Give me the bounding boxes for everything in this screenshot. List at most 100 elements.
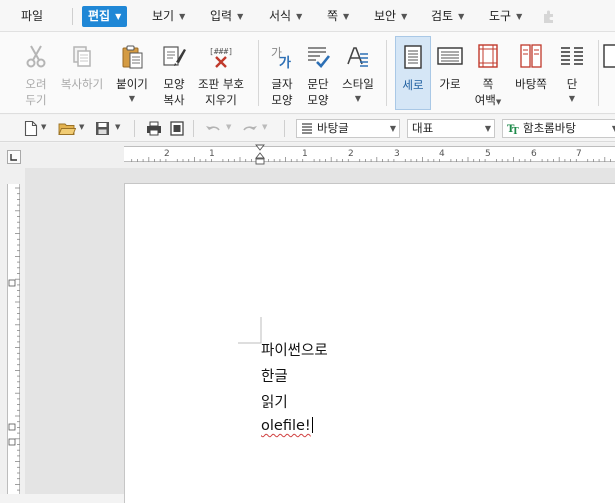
- format-copy-button[interactable]: 모양 복사: [156, 36, 192, 110]
- tab-stop-icon: [10, 154, 17, 161]
- menu-insert-label: 입력: [210, 9, 233, 23]
- ribbon-separator: [598, 40, 599, 106]
- menu-security-label: 보안: [374, 9, 397, 23]
- cut-button[interactable]: 오려 두기: [18, 36, 54, 110]
- new-document-icon[interactable]: [24, 120, 38, 137]
- document-line[interactable]: 파이썬으로: [261, 339, 328, 360]
- chevron-down-icon: ▼: [389, 124, 396, 133]
- format-copy-label: 모양 복사: [156, 76, 192, 108]
- vertical-ruler-marker[interactable]: [8, 279, 16, 287]
- copy-icon: [73, 46, 91, 67]
- char-shape-icon: 가 가: [271, 46, 291, 70]
- puzzle-icon[interactable]: [541, 8, 557, 24]
- vertical-ruler[interactable]: [7, 184, 20, 494]
- print-icon[interactable]: [146, 120, 162, 137]
- svg-text:가: 가: [279, 56, 291, 70]
- document-line[interactable]: 한글: [261, 365, 288, 386]
- chevron-down-icon: ▼: [179, 12, 186, 21]
- toolbar-separator: [193, 120, 194, 137]
- columns-button[interactable]: 단 ▼: [555, 36, 589, 110]
- margins-line1: 쪽: [482, 77, 494, 91]
- background-page-button[interactable]: 바탕쪽: [510, 36, 552, 110]
- para-shape-line1: 문단: [307, 77, 329, 91]
- menu-view-label: 보기: [152, 9, 175, 23]
- chevron-down-icon[interactable]: ▼: [41, 123, 46, 131]
- ribbon-overflow-button[interactable]: [603, 36, 615, 110]
- toolbar-separator: [134, 120, 135, 137]
- margins-line2: 여백: [474, 93, 496, 107]
- chevron-down-icon: ▼: [401, 12, 408, 21]
- menu-page[interactable]: 쪽 ▼: [321, 6, 355, 27]
- language-combo[interactable]: 대표 ▼: [407, 119, 495, 138]
- ruler-number: 1: [209, 149, 215, 159]
- vertical-ruler-marker[interactable]: [8, 423, 16, 431]
- scissors-icon: [26, 45, 46, 68]
- chevron-down-icon[interactable]: ▼: [79, 123, 84, 131]
- open-folder-icon[interactable]: [58, 120, 76, 137]
- chevron-down-icon: ▼: [354, 94, 362, 103]
- menu-bar: 파일 편집 ▼ 보기 ▼ 입력 ▼ 서식 ▼ 쪽 ▼ 보안 ▼ 검토 ▼ 도구 ▼: [0, 0, 615, 32]
- margins-button[interactable]: 쪽여백▼: [470, 36, 506, 110]
- print-preview-icon[interactable]: [169, 120, 185, 137]
- spellcheck-text[interactable]: olefile!: [261, 418, 311, 434]
- indent-marker-icon[interactable]: [255, 144, 265, 166]
- clear-marks-button[interactable]: [###] 조판 부호 지우기: [193, 36, 249, 110]
- menu-edit[interactable]: 편집 ▼: [82, 6, 128, 27]
- truetype-font-icon: T T: [507, 124, 519, 135]
- redo-icon[interactable]: [241, 120, 258, 137]
- font-combo[interactable]: T T 함초롬바탕 ▼: [502, 119, 615, 138]
- clear-marks-label: 조판 부호 지우기: [193, 76, 249, 108]
- chevron-down-icon: ▼: [458, 12, 465, 21]
- paste-button[interactable]: 붙이기 ▼: [111, 36, 153, 110]
- menu-tools-label: 도구: [489, 9, 512, 23]
- chevron-down-icon: ▼: [296, 12, 303, 21]
- menu-insert[interactable]: 입력 ▼: [204, 6, 249, 27]
- copy-label: 복사하기: [60, 77, 104, 91]
- font-combo-value: 함초롬바탕: [523, 121, 576, 135]
- menu-review[interactable]: 검토 ▼: [425, 6, 470, 27]
- style-combo[interactable]: 바탕글 ▼: [296, 119, 400, 138]
- clear-marks-line2: 지우기: [205, 93, 237, 107]
- para-shape-label: 문단 모양: [300, 76, 336, 108]
- ruler-number: 5: [485, 149, 491, 159]
- style-icon: [347, 47, 368, 67]
- save-disk-icon[interactable]: [95, 120, 110, 137]
- menu-format[interactable]: 서식 ▼: [263, 6, 308, 27]
- copy-button[interactable]: 복사하기: [58, 36, 106, 110]
- columns-icon: [561, 47, 583, 65]
- ruler-number: 2: [348, 149, 354, 159]
- style-button[interactable]: 스타일 ▼: [337, 36, 379, 110]
- page-icon: [603, 44, 615, 68]
- background-label: 바탕쪽: [515, 77, 547, 91]
- menu-file[interactable]: 파일: [15, 6, 49, 27]
- menu-tools[interactable]: 도구 ▼: [483, 6, 528, 27]
- para-shape-button[interactable]: 문단 모양: [300, 36, 336, 110]
- document-page[interactable]: 파이썬으로 한글 읽기 olefile!: [124, 183, 615, 503]
- menu-review-label: 검토: [431, 9, 454, 23]
- document-canvas[interactable]: 파이썬으로 한글 읽기 olefile!: [25, 168, 615, 503]
- format-brush-icon: [163, 46, 186, 66]
- menu-security[interactable]: 보안 ▼: [368, 6, 413, 27]
- ruler-corner-button[interactable]: [7, 150, 21, 164]
- chevron-down-icon: ▼: [495, 98, 502, 106]
- style-combo-value: 바탕글: [317, 121, 349, 135]
- clipboard-icon: [122, 45, 143, 69]
- horizontal-ruler[interactable]: 2 1 1 2 3 4 5 6 7: [124, 144, 615, 165]
- menu-format-label: 서식: [269, 9, 292, 23]
- undo-icon[interactable]: [205, 120, 222, 137]
- margins-label: 쪽여백▼: [470, 76, 506, 110]
- document-line[interactable]: 읽기: [261, 391, 288, 412]
- chevron-down-icon[interactable]: ▼: [115, 123, 120, 131]
- vertical-ruler-marker[interactable]: [8, 438, 16, 446]
- chevron-down-icon[interactable]: ▼: [262, 123, 267, 131]
- landscape-button[interactable]: 가로: [432, 36, 468, 110]
- document-line-last[interactable]: olefile!: [261, 417, 314, 434]
- language-combo-value: 대표: [412, 121, 434, 135]
- char-shape-label: 글자 모양: [264, 76, 300, 108]
- char-shape-button[interactable]: 가 가 글자 모양: [264, 36, 300, 110]
- clear-marks-icon: [###]: [209, 47, 233, 68]
- background-page-icon: [520, 44, 542, 68]
- chevron-down-icon[interactable]: ▼: [226, 123, 231, 131]
- portrait-button[interactable]: 세로: [395, 36, 431, 110]
- menu-view[interactable]: 보기 ▼: [146, 6, 191, 27]
